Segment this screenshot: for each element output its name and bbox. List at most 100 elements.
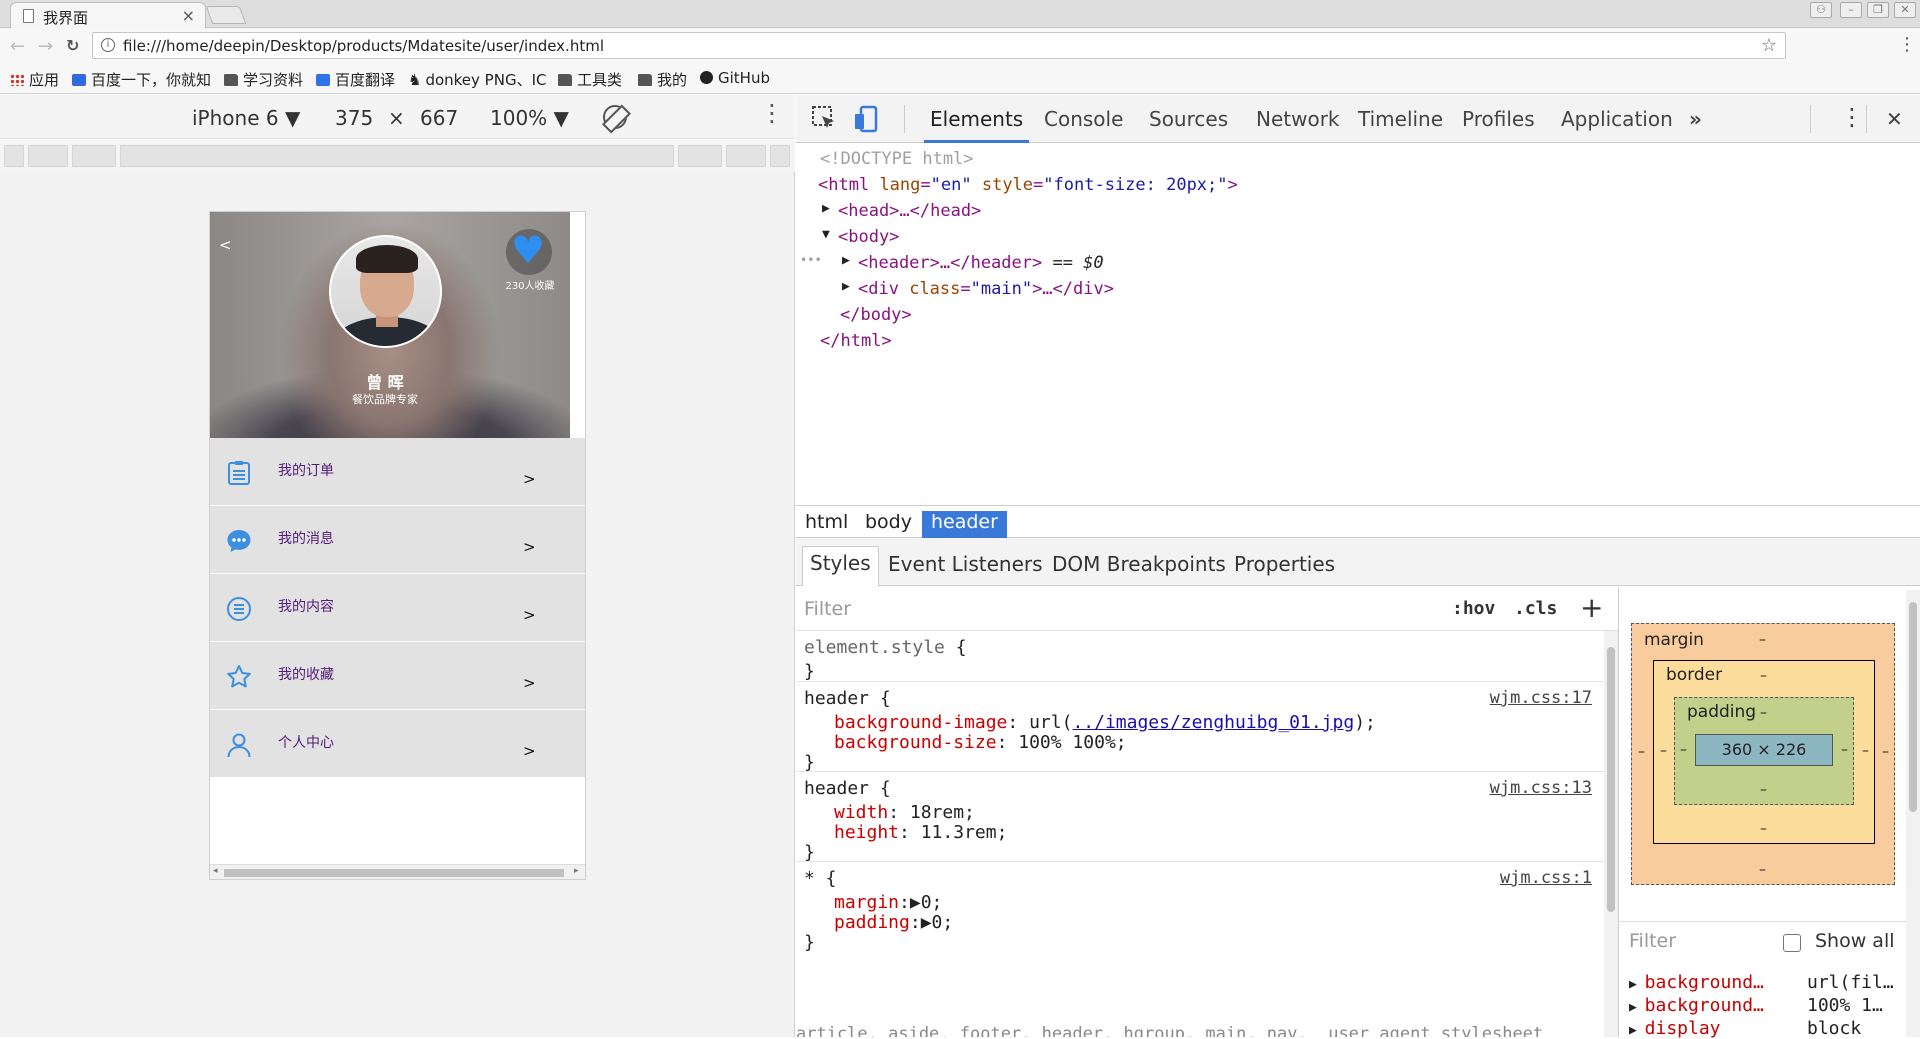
breadcrumb-header[interactable]: header: [922, 511, 1007, 538]
more-tabs-icon[interactable]: »: [1689, 107, 1702, 131]
box-model-padding[interactable]: padding – – – – 360 × 226: [1674, 697, 1854, 805]
minimize-button[interactable]: –: [1840, 2, 1862, 18]
collapse-triangle-icon[interactable]: ▼: [822, 227, 830, 242]
menu-item-content[interactable]: 我的内容 >: [210, 574, 585, 642]
horizontal-scrollbar[interactable]: ◂ ▸: [210, 864, 585, 879]
bookmark-study[interactable]: 学习资料: [224, 69, 303, 90]
rule-selector[interactable]: header {: [804, 778, 891, 799]
node-actions-icon[interactable]: •••: [800, 253, 822, 267]
tab-close-icon[interactable]: ×: [182, 6, 195, 25]
dom-node-head[interactable]: <head>…</head>: [838, 201, 981, 221]
device-width-input[interactable]: 375: [335, 106, 373, 130]
add-rule-icon[interactable]: +: [1580, 591, 1603, 624]
class-toggle[interactable]: .cls: [1514, 598, 1557, 619]
hover-state-toggle[interactable]: :hov: [1452, 598, 1495, 619]
scroll-left-icon[interactable]: ◂: [213, 866, 218, 876]
style-declaration[interactable]: margin:▶0;: [834, 892, 942, 913]
bookmark-donkey[interactable]: ♞ donkey PNG、IC: [408, 69, 546, 90]
rule-selector[interactable]: element.style {: [804, 637, 967, 658]
dom-node-body[interactable]: <body>: [838, 227, 899, 247]
tab-network[interactable]: Network: [1256, 107, 1340, 131]
inspect-element-icon[interactable]: [810, 104, 840, 134]
box-model-margin[interactable]: margin – – – – border – – – – padding – …: [1631, 623, 1895, 885]
rotate-icon[interactable]: [603, 105, 627, 129]
tab-event-listeners[interactable]: Event Listeners: [888, 552, 1043, 576]
address-bar[interactable]: i file:///home/deepin/Desktop/products/M…: [92, 32, 1786, 59]
style-declaration[interactable]: width: 18rem;: [834, 802, 975, 823]
bookmark-mine[interactable]: 我的: [638, 69, 687, 90]
tab-console[interactable]: Console: [1044, 107, 1123, 131]
rule-source-link[interactable]: wjm.css:17: [1490, 688, 1592, 708]
bookmark-star-icon[interactable]: ☆: [1761, 35, 1777, 56]
rule-selector[interactable]: * {: [804, 868, 837, 889]
menu-item-profile[interactable]: 个人中心 >: [210, 710, 585, 778]
computed-row[interactable]: ▶ background… url(fil…: [1629, 972, 1894, 993]
tab-dom-breakpoints[interactable]: DOM Breakpoints: [1052, 552, 1226, 576]
menu-item-orders[interactable]: 我的订单 >: [210, 438, 585, 506]
device-height-input[interactable]: 667: [420, 106, 458, 130]
media-query-segment[interactable]: [726, 145, 766, 167]
rule-selector[interactable]: header {: [804, 688, 891, 709]
new-tab-button[interactable]: [205, 6, 247, 24]
back-arrow-icon[interactable]: ←: [10, 36, 25, 57]
tab-properties[interactable]: Properties: [1234, 552, 1335, 576]
box-model-border[interactable]: border – – – – padding – – – – 360 × 226: [1653, 660, 1875, 844]
tab-timeline[interactable]: Timeline: [1358, 107, 1443, 131]
back-link[interactable]: <: [219, 236, 232, 254]
resource-link[interactable]: ../images/zenghuibg_01.jpg: [1072, 712, 1354, 733]
expand-triangle-icon[interactable]: ▶: [842, 253, 850, 268]
show-all-checkbox[interactable]: [1783, 934, 1801, 952]
tab-elements[interactable]: Elements: [930, 107, 1023, 131]
media-query-segment[interactable]: [4, 145, 24, 167]
rule-source-link[interactable]: wjm.css:1: [1500, 868, 1592, 888]
breadcrumb-html[interactable]: html: [796, 511, 857, 538]
browser-menu-icon[interactable]: ⋮: [1898, 34, 1916, 55]
box-model-content[interactable]: 360 × 226: [1695, 734, 1833, 766]
style-declaration[interactable]: padding:▶0;: [834, 912, 953, 933]
breadcrumb-body[interactable]: body: [856, 511, 921, 538]
dom-node-html[interactable]: <html lang="en" style="font-size: 20px;"…: [818, 175, 1238, 195]
device-more-icon[interactable]: ⋮: [760, 101, 784, 125]
forward-arrow-icon[interactable]: →: [38, 36, 53, 57]
device-select[interactable]: iPhone 6 ▼: [192, 106, 300, 130]
style-declaration[interactable]: height: 11.3rem;: [834, 822, 1007, 843]
zoom-select[interactable]: 100% ▼: [490, 106, 569, 130]
computed-filter-input[interactable]: Filter: [1629, 930, 1676, 952]
dom-node-header[interactable]: <header>…</header> == $0: [858, 253, 1104, 273]
restore-button[interactable]: ❐: [1867, 2, 1889, 18]
close-devtools-icon[interactable]: ✕: [1886, 107, 1903, 131]
tab-styles[interactable]: Styles: [802, 546, 879, 586]
media-query-segment[interactable]: [770, 145, 790, 167]
bookmark-fanyi[interactable]: 百度翻译: [316, 69, 395, 90]
menu-item-favorites[interactable]: 我的收藏 >: [210, 642, 585, 710]
media-query-segment[interactable]: [72, 145, 116, 167]
rule-source-link[interactable]: wjm.css:13: [1490, 778, 1592, 798]
tab-profiles[interactable]: Profiles: [1462, 107, 1535, 131]
computed-row[interactable]: ▶ background… 100% 1…: [1629, 995, 1883, 1016]
style-declaration[interactable]: background-size: 100% 100%;: [834, 732, 1127, 753]
bookmark-baidu[interactable]: 百度一下，你就知: [72, 69, 211, 90]
media-query-segment[interactable]: [120, 145, 674, 167]
menu-item-messages[interactable]: 我的消息 >: [210, 506, 585, 574]
media-query-segment[interactable]: [678, 145, 722, 167]
info-icon[interactable]: i: [101, 38, 115, 52]
close-window-button[interactable]: ✕: [1894, 2, 1916, 18]
reload-icon[interactable]: ↻: [66, 36, 79, 55]
style-declaration[interactable]: background-image: url(../images/zenghuib…: [834, 712, 1376, 733]
tab-application[interactable]: Application: [1561, 107, 1673, 131]
dom-node-div-main[interactable]: <div class="main">…</div>: [858, 279, 1114, 299]
devtools-menu-icon[interactable]: ⋮: [1840, 103, 1864, 131]
expand-triangle-icon[interactable]: ▶: [822, 201, 830, 216]
box-model-scrollbar[interactable]: [1906, 590, 1920, 1037]
bookmark-tools[interactable]: 工具类: [558, 69, 622, 90]
favorite-button[interactable]: ♥ 230人收藏: [504, 228, 554, 292]
device-mode-icon[interactable]: [852, 104, 882, 134]
expand-triangle-icon[interactable]: ▶: [842, 279, 850, 294]
media-query-segment[interactable]: [28, 145, 68, 167]
bookmark-github[interactable]: GitHub: [700, 69, 770, 87]
styles-filter-input[interactable]: Filter: [804, 598, 851, 620]
scroll-right-icon[interactable]: ▸: [574, 866, 579, 876]
user-icon[interactable]: ⚇: [1810, 2, 1832, 18]
tab-sources[interactable]: Sources: [1149, 107, 1228, 131]
styles-scrollbar[interactable]: [1604, 631, 1618, 1037]
